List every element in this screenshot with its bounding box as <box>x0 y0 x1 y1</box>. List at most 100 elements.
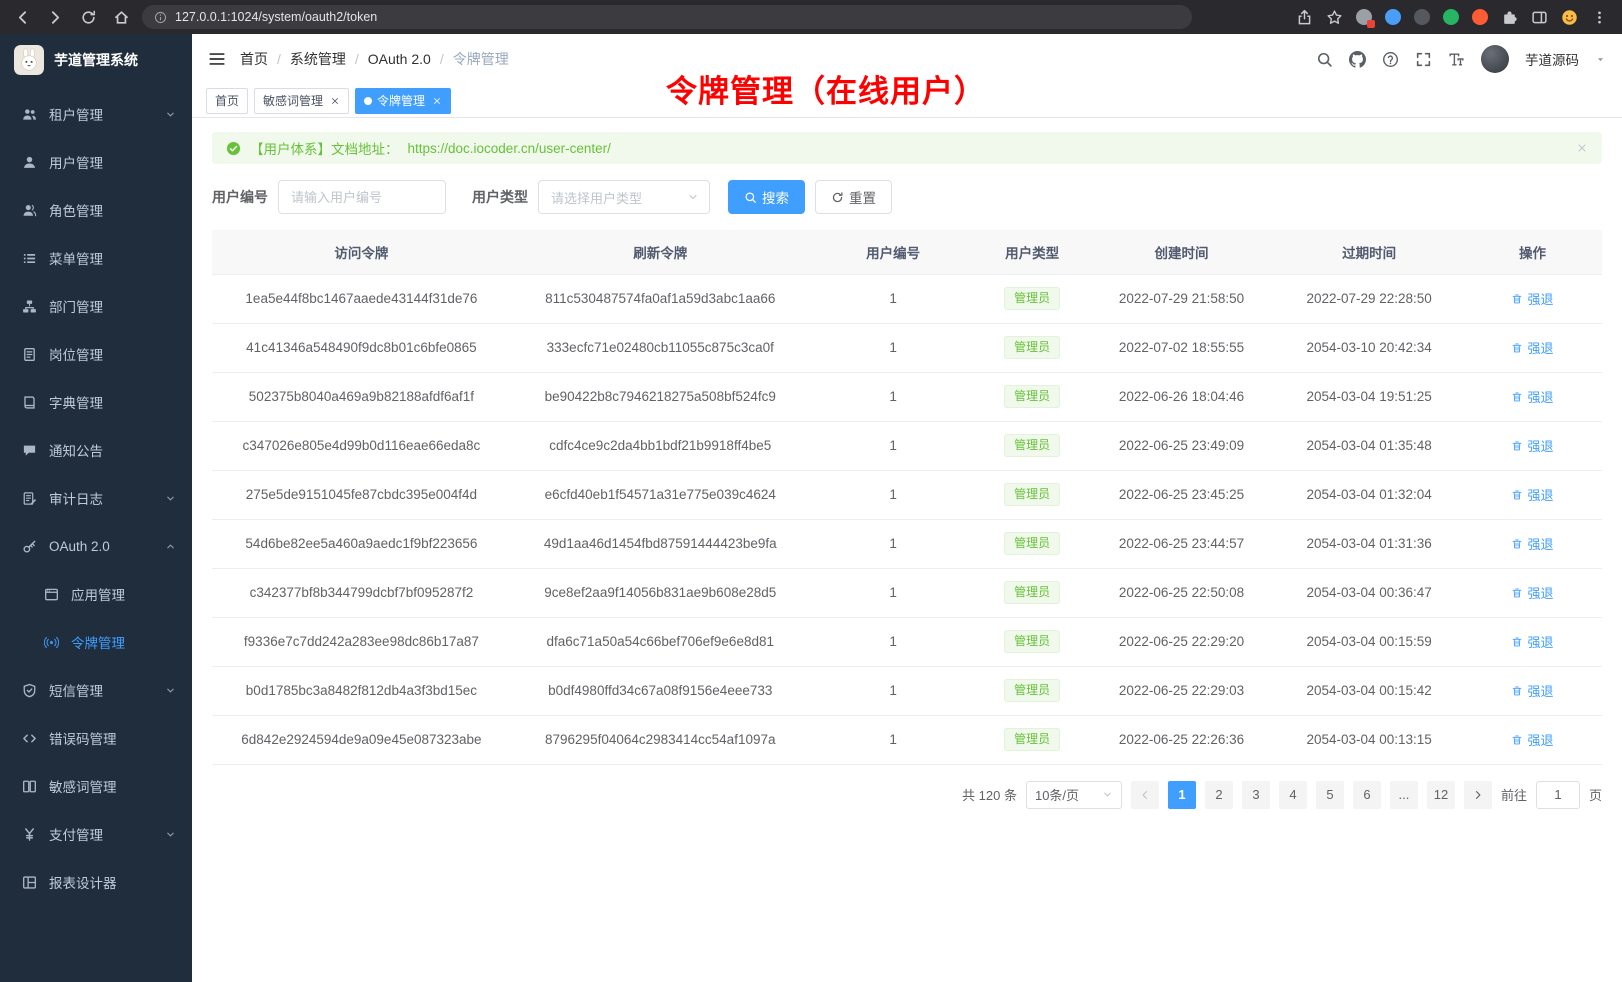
refresh-token-cell: 333ecfc71e02480cb11055c875c3ca0f <box>511 323 810 372</box>
tab-1[interactable]: 敏感词管理 <box>254 88 349 114</box>
sidebar-item-4[interactable]: 部门管理 <box>0 282 192 330</box>
user-id-cell: 1 <box>810 421 977 470</box>
extension-dark-icon[interactable] <box>1414 9 1430 25</box>
force-logout-label: 强退 <box>1527 730 1553 749</box>
user-avatar[interactable] <box>1481 45 1509 73</box>
force-logout-button[interactable]: 强退 <box>1511 730 1553 749</box>
breadcrumb-item-0[interactable]: 首页 <box>240 49 268 69</box>
sidebar-item-2[interactable]: 角色管理 <box>0 186 192 234</box>
sidebar-item-10[interactable]: 应用管理 <box>0 570 192 618</box>
action-cell: 强退 <box>1463 617 1602 666</box>
sidebar-item-12[interactable]: 短信管理 <box>0 666 192 714</box>
address-bar[interactable]: 127.0.0.1:1024/system/oauth2/token <box>142 5 1192 29</box>
sidebar-item-7[interactable]: 通知公告 <box>0 426 192 474</box>
sidebar-item-1[interactable]: 用户管理 <box>0 138 192 186</box>
user-type-select[interactable]: 请选择用户类型 <box>538 180 710 214</box>
force-logout-button[interactable]: 强退 <box>1511 387 1553 406</box>
extensions-puzzle-icon[interactable] <box>1501 9 1518 26</box>
force-logout-button[interactable]: 强退 <box>1511 681 1553 700</box>
user-type-cell: 管理员 <box>976 372 1087 421</box>
user-menu-caret-icon[interactable] <box>1595 54 1606 65</box>
alert-close-icon[interactable] <box>1576 142 1588 154</box>
access-token-cell: c347026e805e4d99b0d116eae66eda8c <box>212 421 511 470</box>
sms-icon <box>22 683 37 698</box>
extension-orange-icon[interactable] <box>1472 9 1488 25</box>
sidebar-item-8[interactable]: 审计日志 <box>0 474 192 522</box>
page-button-12[interactable]: 12 <box>1427 781 1455 809</box>
trash-icon <box>1511 391 1523 403</box>
sidebar-item-6[interactable]: 字典管理 <box>0 378 192 426</box>
access-token-cell: 1ea5e44f8bc1467aaede43144f31de76 <box>212 274 511 323</box>
sidebar-item-9[interactable]: OAuth 2.0 <box>0 522 192 570</box>
created-time-cell: 2022-06-25 22:26:36 <box>1088 715 1276 764</box>
user-id-input[interactable] <box>278 180 446 214</box>
help-icon[interactable] <box>1382 51 1399 68</box>
trash-icon <box>1511 636 1523 648</box>
force-logout-button[interactable]: 强退 <box>1511 485 1553 504</box>
action-cell: 强退 <box>1463 372 1602 421</box>
page-button-...[interactable]: ... <box>1390 781 1418 809</box>
search-icon[interactable] <box>1316 51 1333 68</box>
breadcrumb-item-2[interactable]: OAuth 2.0 <box>368 51 431 67</box>
search-button[interactable]: 搜索 <box>728 180 805 214</box>
next-page-button[interactable] <box>1464 781 1492 809</box>
sidebar-item-3[interactable]: 菜单管理 <box>0 234 192 282</box>
force-logout-button[interactable]: 强退 <box>1511 534 1553 553</box>
page-button-1[interactable]: 1 <box>1168 781 1196 809</box>
doc-link[interactable]: https://doc.iocoder.cn/user-center/ <box>408 141 611 156</box>
font-size-icon[interactable] <box>1448 51 1465 68</box>
sidebar-item-0[interactable]: 租户管理 <box>0 90 192 138</box>
fullscreen-icon[interactable] <box>1415 51 1432 68</box>
table-body: 1ea5e44f8bc1467aaede43144f31de76811c5304… <box>212 274 1602 764</box>
refresh-icon[interactable] <box>80 9 97 26</box>
forward-icon[interactable] <box>47 9 64 26</box>
share-icon[interactable] <box>1296 9 1313 26</box>
page-size-select[interactable]: 10条/页 <box>1026 781 1122 809</box>
access-token-cell: 275e5de9151045fe87cbdc395e004f4d <box>212 470 511 519</box>
sidebar-item-5[interactable]: 岗位管理 <box>0 330 192 378</box>
prev-page-button[interactable] <box>1131 781 1159 809</box>
tabs-bar: 首页敏感词管理令牌管理 <box>192 84 1622 118</box>
reset-button[interactable]: 重置 <box>815 180 892 214</box>
page-button-4[interactable]: 4 <box>1279 781 1307 809</box>
username[interactable]: 芋道源码 <box>1525 49 1579 69</box>
page-button-2[interactable]: 2 <box>1205 781 1233 809</box>
breadcrumb-item-1[interactable]: 系统管理 <box>290 49 346 69</box>
extension-grey-icon[interactable] <box>1356 9 1372 25</box>
force-logout-button[interactable]: 强退 <box>1511 583 1553 602</box>
tab-close-icon[interactable] <box>330 96 340 106</box>
back-icon[interactable] <box>14 9 31 26</box>
sidebar-item-15[interactable]: 支付管理 <box>0 810 192 858</box>
tab-2[interactable]: 令牌管理 <box>355 88 451 114</box>
profile-emoji-icon[interactable] <box>1561 9 1578 26</box>
page-button-3[interactable]: 3 <box>1242 781 1270 809</box>
extension-blue-icon[interactable] <box>1385 9 1401 25</box>
url-text: 127.0.0.1:1024/system/oauth2/token <box>175 10 377 24</box>
force-logout-button[interactable]: 强退 <box>1511 289 1553 308</box>
sidebar-item-14[interactable]: 敏感词管理 <box>0 762 192 810</box>
goto-page-input[interactable] <box>1536 781 1580 809</box>
sidebar-item-13[interactable]: 错误码管理 <box>0 714 192 762</box>
force-logout-button[interactable]: 强退 <box>1511 632 1553 651</box>
page-button-6[interactable]: 6 <box>1353 781 1381 809</box>
menu-dots-icon[interactable] <box>1591 9 1608 26</box>
site-info-icon[interactable] <box>154 11 167 24</box>
home-icon[interactable] <box>113 9 130 26</box>
extension-green-icon[interactable] <box>1443 9 1459 25</box>
split-view-icon[interactable] <box>1531 9 1548 26</box>
github-icon[interactable] <box>1349 51 1366 68</box>
chevron-down-icon <box>165 685 176 696</box>
tab-0[interactable]: 首页 <box>206 88 248 114</box>
bookmark-star-icon[interactable] <box>1326 9 1343 26</box>
sidebar-item-label: 应用管理 <box>71 584 125 604</box>
tab-close-icon[interactable] <box>432 96 442 106</box>
app-logo[interactable]: 芋道管理系统 <box>0 34 192 86</box>
sidebar-collapse-button[interactable] <box>208 50 226 68</box>
page-button-5[interactable]: 5 <box>1316 781 1344 809</box>
force-logout-button[interactable]: 强退 <box>1511 436 1553 455</box>
created-time-cell: 2022-06-25 23:44:57 <box>1088 519 1276 568</box>
expire-time-cell: 2054-03-04 00:15:42 <box>1275 666 1463 715</box>
force-logout-button[interactable]: 强退 <box>1511 338 1553 357</box>
sidebar-item-16[interactable]: 报表设计器 <box>0 858 192 906</box>
sidebar-item-11[interactable]: 令牌管理 <box>0 618 192 666</box>
